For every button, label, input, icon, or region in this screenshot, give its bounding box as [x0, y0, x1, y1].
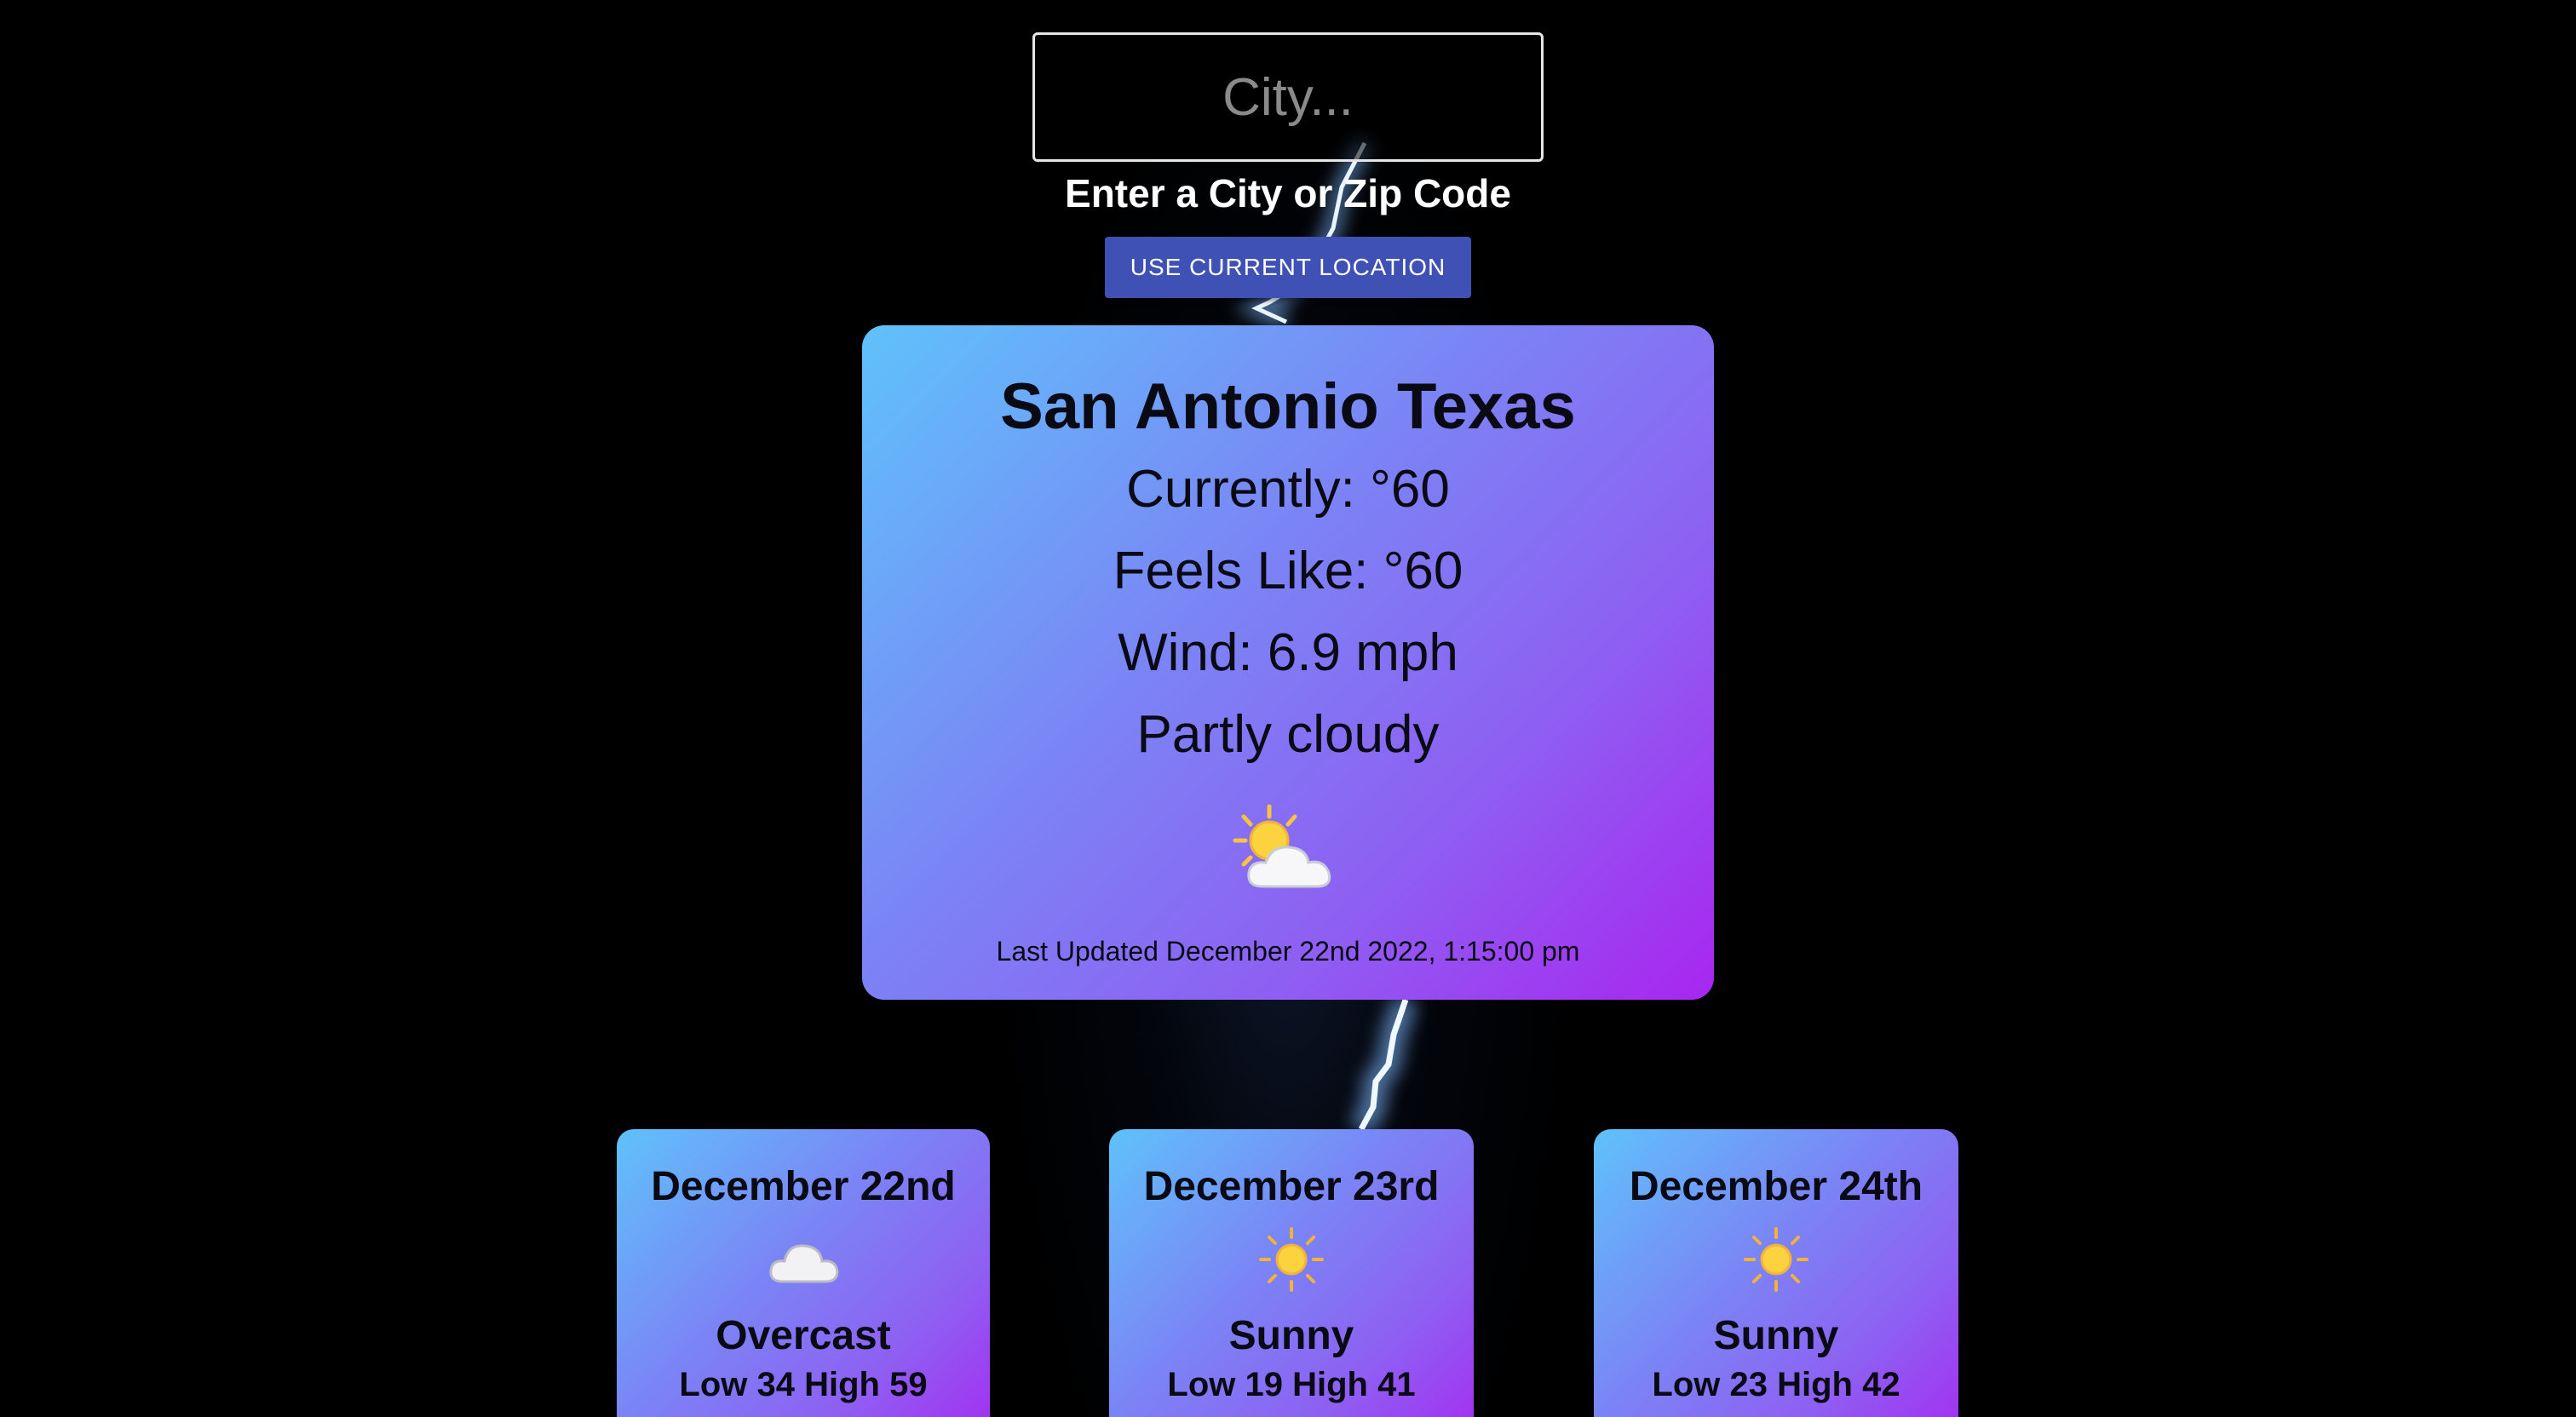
city-search-input[interactable] — [1035, 35, 1541, 159]
wind-speed: Wind: 6.9 mph — [1118, 623, 1458, 683]
feels-like-temperature: Feels Like: °60 — [1113, 542, 1463, 601]
forecast-card: December 22nd Overcast Low 34 High 59 — [617, 1129, 990, 1417]
cloud-icon — [769, 1244, 839, 1283]
partly-cloudy-icon — [1233, 804, 1331, 888]
last-updated-text: Last Updated December 22nd 2022, 1:15:00… — [996, 936, 1580, 967]
forecast-condition: Sunny — [1228, 1313, 1354, 1358]
forecast-low-high: Low 34 High 59 — [679, 1366, 928, 1403]
sun-icon — [1259, 1227, 1324, 1292]
forecast-card: December 24th Sunny Low 23 High 42 — [1594, 1129, 1958, 1417]
forecast-low-high: Low 23 High 42 — [1652, 1366, 1900, 1403]
city-name: San Antonio Texas — [1000, 370, 1576, 443]
forecast-low-high: Low 19 High 41 — [1167, 1366, 1416, 1403]
sun-icon — [1744, 1227, 1808, 1292]
search-helper-text: Enter a City or Zip Code — [1065, 171, 1511, 215]
forecast-condition: Sunny — [1713, 1313, 1839, 1358]
forecast-condition: Overcast — [716, 1313, 891, 1358]
search-box — [1032, 32, 1544, 162]
use-current-location-button[interactable]: USE CURRENT LOCATION — [1105, 237, 1471, 298]
weather-app-page: Enter a City or Zip Code USE CURRENT LOC… — [0, 0, 2576, 1417]
forecast-date: December 23rd — [1143, 1164, 1440, 1209]
condition-text: Partly cloudy — [1136, 705, 1440, 765]
forecast-date: December 22nd — [651, 1164, 956, 1209]
current-weather-card: San Antonio Texas Currently: °60 Feels L… — [862, 325, 1714, 1000]
forecast-date: December 24th — [1629, 1164, 1923, 1209]
forecast-card: December 23rd Sunny Low 19 High 41 — [1109, 1129, 1474, 1417]
current-temperature: Currently: °60 — [1126, 460, 1450, 519]
